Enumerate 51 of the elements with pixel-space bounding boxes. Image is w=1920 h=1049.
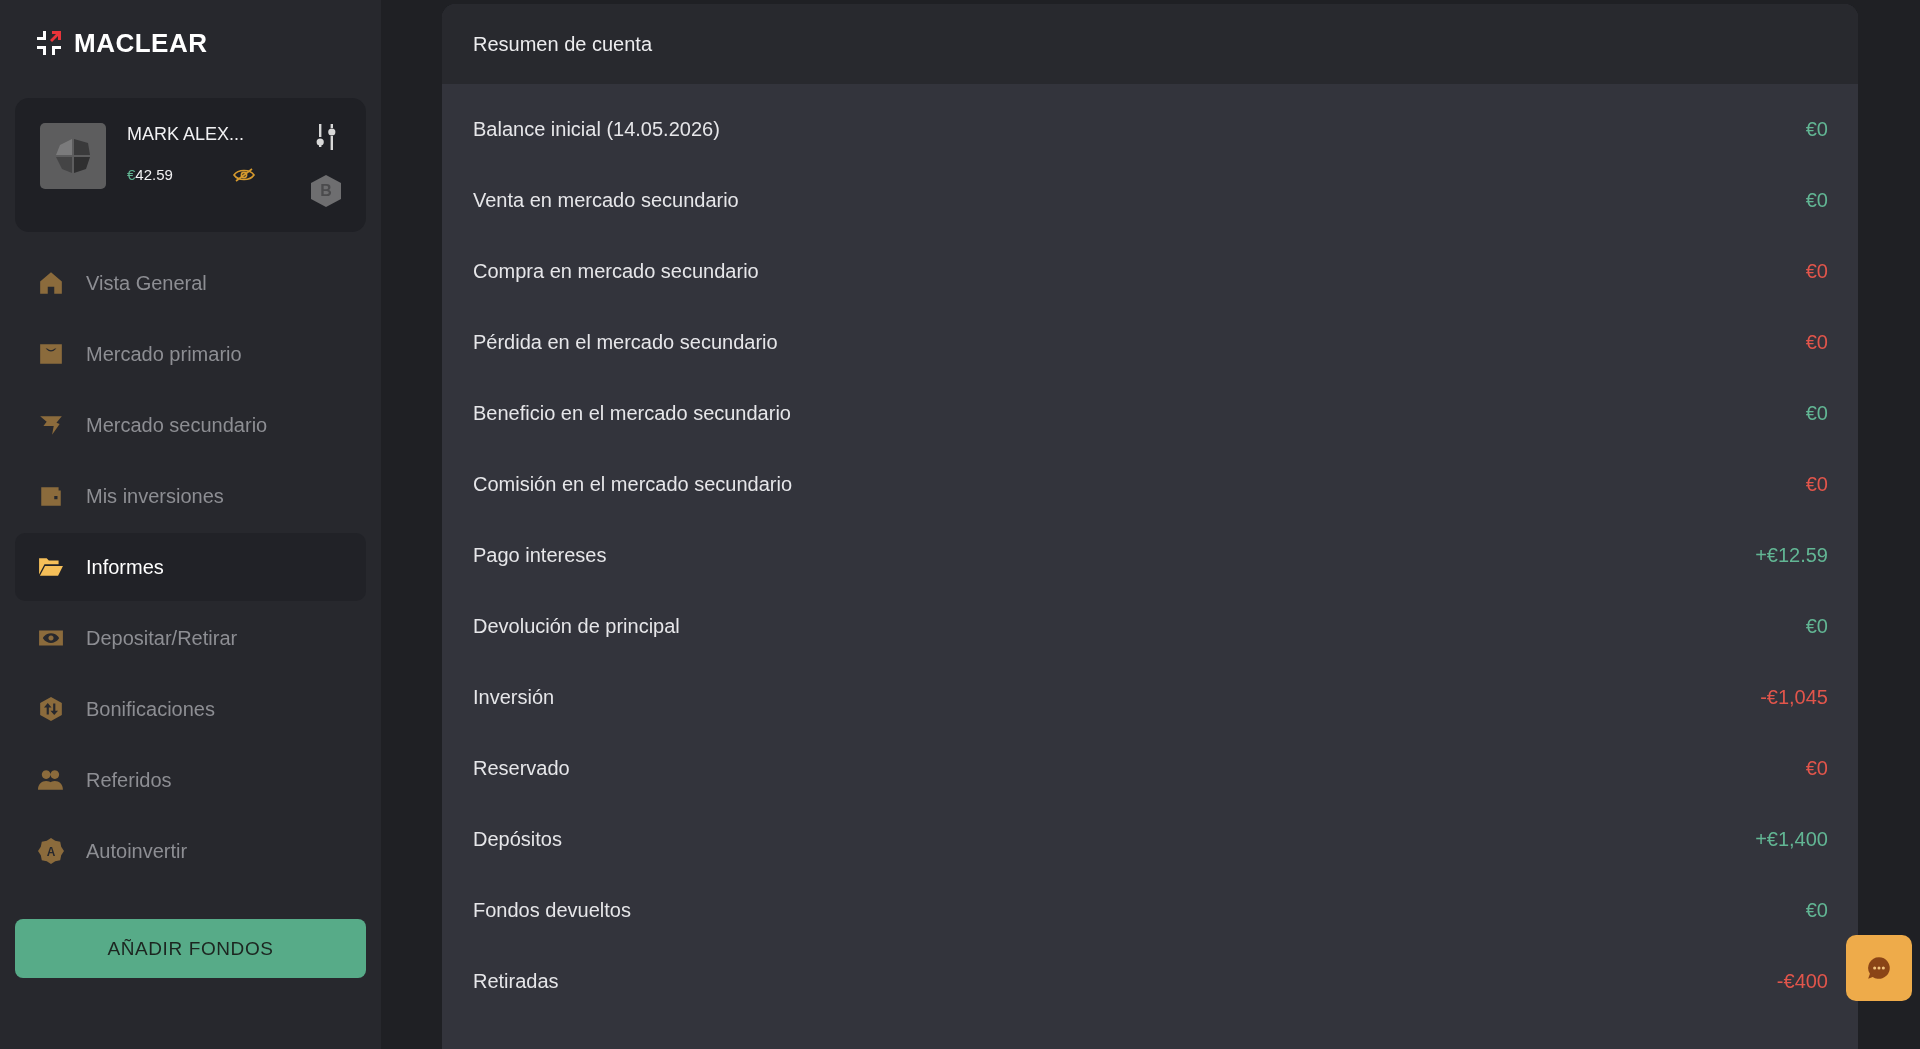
sidebar-item[interactable]: Bonificaciones xyxy=(15,675,366,743)
sidebar-item[interactable]: Vista General xyxy=(15,249,366,317)
row-value: €0 xyxy=(1805,757,1828,780)
row-label: Devolución de principal xyxy=(473,615,680,638)
eye-slash-icon[interactable] xyxy=(233,168,255,182)
brand-name: MACLEAR xyxy=(74,28,208,58)
sidebar-item[interactable]: Depositar/Retirar xyxy=(15,604,366,672)
row-label: Retiradas xyxy=(473,970,559,993)
card-title: Resumen de cuenta xyxy=(473,32,652,56)
people-icon xyxy=(38,767,64,793)
row-value: -€1,045 xyxy=(1760,686,1828,709)
balance-amount: €42.59 xyxy=(127,166,173,184)
row-label: Pago intereses xyxy=(473,544,607,567)
row-label: Compra en mercado secundario xyxy=(473,260,759,283)
row-value: €0 xyxy=(1805,899,1828,922)
row-value: +€1,400 xyxy=(1755,828,1828,851)
row-value: €0 xyxy=(1805,260,1828,283)
row-value: €0 xyxy=(1805,402,1828,425)
row-label: Depósitos xyxy=(473,828,562,851)
badge-icon: A xyxy=(38,838,64,864)
sliders-icon[interactable] xyxy=(315,123,337,151)
sidebar-item[interactable]: Referidos xyxy=(15,746,366,814)
row-value: €0 xyxy=(1805,473,1828,496)
chat-button[interactable] xyxy=(1846,935,1912,1001)
sidebar-item[interactable]: A Autoinvertir xyxy=(15,817,366,885)
tray-icon xyxy=(38,341,64,367)
sidebar-item[interactable]: Mercado primario xyxy=(15,320,366,388)
row-value: €0 xyxy=(1805,331,1828,354)
house-icon xyxy=(38,270,64,296)
row-value: +€12.59 xyxy=(1755,544,1828,567)
row-label: Fondos devueltos xyxy=(473,899,631,922)
row-label: Balance inicial (14.05.2026) xyxy=(473,118,720,141)
avatar-icon xyxy=(40,123,106,189)
row-label: Beneficio en el mercado secundario xyxy=(473,402,791,425)
row-value: €0 xyxy=(1805,615,1828,638)
hexagon-arrows-icon xyxy=(38,696,64,722)
user-name: MARK ALEX... xyxy=(127,123,246,145)
logo-icon xyxy=(35,29,63,57)
row-value: €0 xyxy=(1805,189,1828,212)
sidebar-item[interactable]: Mis inversiones xyxy=(15,462,366,530)
row-value: -€400 xyxy=(1776,970,1828,993)
row-label: Reservado xyxy=(473,757,570,780)
sidebar-item[interactable]: Mercado secundario xyxy=(15,391,366,459)
add-funds-button[interactable]: AÑADIR FONDOS xyxy=(15,919,366,978)
row-label: Pérdida en el mercado secundario xyxy=(473,331,778,354)
sidebar-item[interactable]: Informes xyxy=(15,533,366,601)
row-value: €0 xyxy=(1805,118,1828,141)
row-label: Comisión en el mercado secundario xyxy=(473,473,793,496)
row-label: Inversión xyxy=(473,686,555,709)
row-label: Venta en mercado secundario xyxy=(473,189,739,212)
chat-bubble-icon xyxy=(1866,955,1892,981)
